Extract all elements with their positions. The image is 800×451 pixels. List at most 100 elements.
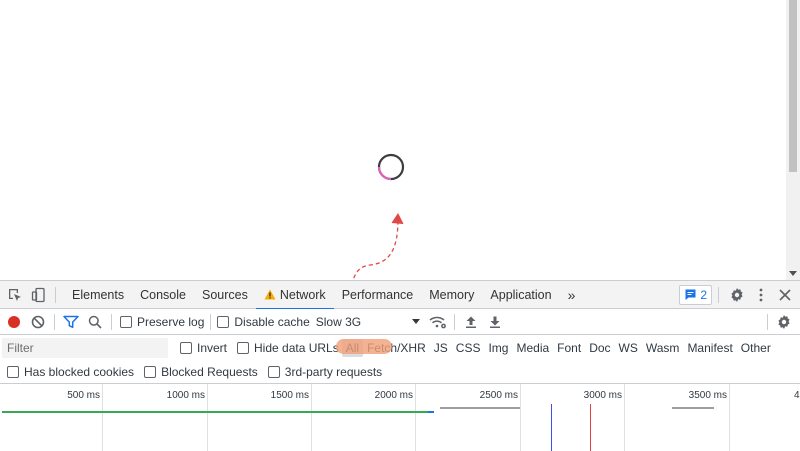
timeline-tick-label: 1000 ms — [166, 390, 205, 401]
close-devtools-icon[interactable] — [773, 283, 797, 307]
import-har-button[interactable] — [459, 310, 483, 334]
network-overview-timeline[interactable]: 500 ms 1000 ms 1500 ms 2000 ms 2500 ms 3… — [0, 384, 800, 451]
checkbox-box[interactable] — [120, 315, 132, 328]
scroll-down-arrow-icon[interactable] — [789, 271, 797, 276]
devtools-tab-bar: Elements Console Sources Network Perform… — [0, 281, 800, 310]
network-toolbar: Preserve log Disable cache Slow 3G — [0, 309, 800, 335]
checkbox-box[interactable] — [144, 365, 157, 378]
type-filter-ws[interactable]: WS — [615, 339, 642, 357]
type-filter-wasm[interactable]: Wasm — [642, 339, 684, 357]
separator — [453, 313, 455, 330]
timeline-tick-label: 2500 ms — [479, 390, 518, 401]
inspect-element-icon[interactable] — [3, 283, 27, 307]
settings-gear-icon[interactable] — [725, 283, 749, 307]
timeline-tick-label: 3000 ms — [583, 390, 622, 401]
issues-button[interactable]: 2 — [679, 284, 712, 305]
hide-data-urls-label: Hide data URLs — [254, 340, 339, 355]
tab-performance[interactable]: Performance — [334, 281, 422, 309]
type-filter-css[interactable]: CSS — [452, 339, 485, 357]
network-conditions-button[interactable] — [426, 310, 450, 334]
filter-input[interactable] — [2, 337, 168, 358]
invert-checkbox[interactable]: Invert — [180, 341, 227, 355]
record-button[interactable] — [2, 310, 26, 334]
issues-icon — [685, 289, 696, 300]
timeline-tick-label: 2000 ms — [374, 390, 413, 401]
checkbox-box[interactable] — [7, 365, 19, 378]
devtools-panel: Elements Console Sources Network Perform… — [0, 280, 800, 451]
download-icon — [489, 316, 500, 328]
type-filter-other[interactable]: Other — [737, 339, 775, 357]
clear-button[interactable] — [26, 310, 50, 334]
checkbox-box[interactable] — [180, 341, 192, 354]
timeline-tick-label: 1500 ms — [270, 390, 309, 401]
timeline-gridline — [415, 384, 416, 451]
more-tabs-button[interactable]: » — [560, 281, 584, 309]
tab-memory[interactable]: Memory — [421, 281, 482, 309]
filter-funnel-icon — [63, 315, 79, 328]
type-filter-media[interactable]: Media — [512, 339, 553, 357]
search-button[interactable] — [83, 310, 107, 334]
tab-sources[interactable]: Sources — [194, 281, 256, 309]
checkbox-box[interactable] — [267, 365, 280, 378]
export-har-button[interactable] — [483, 310, 507, 334]
more-options-kebab-icon[interactable] — [749, 283, 773, 307]
clear-icon — [31, 315, 45, 328]
request-bar-waiting — [2, 411, 428, 413]
filter-toggle-button[interactable] — [59, 310, 83, 334]
dom-content-loaded-line — [551, 404, 552, 451]
network-settings-gear-icon[interactable] — [772, 310, 796, 334]
preserve-log-label: Preserve log — [137, 314, 205, 329]
blocked-filters-bar: Has blocked cookies Blocked Requests 3rd… — [0, 360, 800, 384]
tab-label: Memory — [429, 287, 475, 302]
timeline-gridline — [102, 384, 103, 451]
tab-elements[interactable]: Elements — [64, 281, 132, 309]
hide-data-urls-checkbox[interactable]: Hide data URLs — [237, 341, 339, 355]
timeline-tick-label: 4 — [794, 390, 800, 401]
separator — [111, 313, 112, 330]
chevron-down-icon — [411, 319, 420, 324]
search-icon — [88, 315, 102, 329]
has-blocked-cookies-label: Has blocked cookies — [24, 364, 135, 379]
scrollbar-thumb[interactable] — [789, 0, 797, 172]
separator — [767, 313, 768, 330]
tab-label: Application — [490, 287, 552, 302]
tab-label: Elements — [72, 287, 125, 302]
checkbox-box[interactable] — [237, 341, 250, 354]
separator — [55, 286, 56, 303]
invert-label: Invert — [197, 340, 228, 355]
separator — [210, 313, 212, 330]
timeline-tick-label: 3500 ms — [688, 390, 727, 401]
type-filter-doc[interactable]: Doc — [585, 339, 614, 357]
type-filter-font[interactable]: Font — [553, 339, 585, 357]
type-filter-all[interactable]: All — [341, 338, 364, 357]
separator — [54, 313, 55, 330]
has-blocked-cookies-checkbox[interactable]: Has blocked cookies — [7, 365, 134, 379]
type-filter-manifest[interactable]: Manifest — [683, 339, 736, 357]
checkbox-box[interactable] — [217, 315, 230, 328]
loading-spinner — [377, 153, 405, 181]
type-filter-fetch-xhr[interactable]: Fetch/XHR — [363, 339, 430, 357]
record-icon — [8, 315, 20, 328]
tab-console[interactable]: Console — [132, 281, 194, 309]
timeline-tick-label: 500 ms — [67, 390, 100, 401]
blocked-requests-checkbox[interactable]: Blocked Requests — [144, 365, 258, 379]
tab-network[interactable]: Network — [255, 281, 334, 310]
request-bar-download — [428, 411, 434, 413]
third-party-requests-checkbox[interactable]: 3rd-party requests — [267, 365, 382, 379]
resource-type-filters: All Fetch/XHR JS CSS Img Media Font Doc … — [341, 338, 775, 357]
throttling-value: Slow 3G — [315, 314, 362, 329]
tab-label: Sources — [201, 287, 248, 302]
tab-application[interactable]: Application — [482, 281, 559, 309]
page-viewport — [0, 0, 800, 314]
disable-cache-checkbox[interactable]: Disable cache — [217, 315, 310, 329]
throttling-select[interactable]: Slow 3G — [316, 315, 420, 329]
type-filter-img[interactable]: Img — [484, 339, 512, 357]
wifi-settings-icon — [429, 316, 446, 328]
tab-label: Network — [279, 287, 326, 302]
page-scrollbar[interactable] — [786, 0, 800, 280]
type-filter-js[interactable]: JS — [430, 339, 452, 357]
timeline-gridline — [624, 384, 625, 451]
timeline-gridline — [520, 384, 521, 451]
device-toolbar-icon[interactable] — [27, 283, 51, 307]
preserve-log-checkbox[interactable]: Preserve log — [120, 315, 204, 329]
